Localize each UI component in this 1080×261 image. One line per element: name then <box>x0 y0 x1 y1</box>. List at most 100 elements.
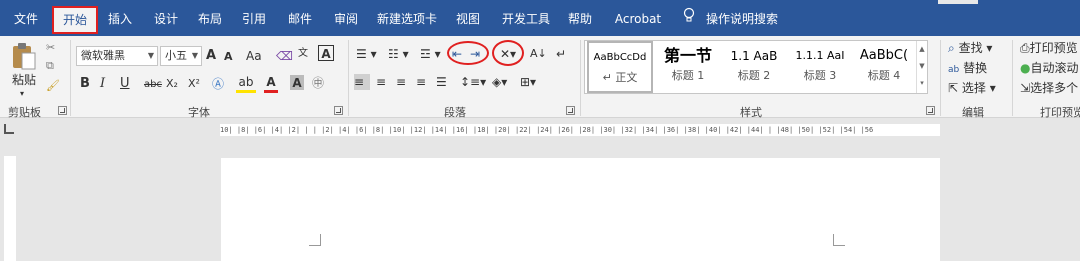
lightbulb-icon[interactable] <box>680 6 698 32</box>
replace-label: 替换 <box>963 61 988 75</box>
tab-new[interactable]: 新建选项卡 <box>374 6 440 32</box>
divider <box>940 40 941 116</box>
align-center-icon[interactable]: ≡ <box>376 74 386 90</box>
document-page[interactable] <box>221 158 940 261</box>
numbering-icon[interactable]: ☷ ▾ <box>388 46 409 62</box>
style-preview: 1.1.1 AaI <box>795 49 845 62</box>
clipboard-launcher-icon[interactable] <box>58 106 67 115</box>
justify-icon[interactable]: ≡ <box>416 74 426 90</box>
print-preview-button[interactable]: ⎙打印预览 <box>1020 40 1078 56</box>
find-label: 查找 <box>958 41 983 55</box>
tab-references[interactable]: 引用 <box>236 6 272 32</box>
distributed-icon[interactable]: ☰ <box>436 74 447 90</box>
grow-font-icon[interactable]: A <box>206 48 216 64</box>
sort-icon[interactable]: A↓ <box>530 46 547 62</box>
margin-mark-right <box>833 234 845 246</box>
strikethrough-button[interactable]: abc <box>144 77 162 93</box>
char-shading-icon[interactable]: A <box>290 75 304 90</box>
style-preview: 1.1 AaB <box>730 49 778 63</box>
underline-button[interactable]: U <box>120 76 130 92</box>
search-icon: ⌕ <box>948 41 955 55</box>
paste-icon[interactable] <box>10 40 38 72</box>
format-painter-icon[interactable]: 🖌 <box>46 78 60 94</box>
style-name: 标题 3 <box>803 69 837 82</box>
shading-icon[interactable]: ◈▾ <box>492 74 507 90</box>
tab-review[interactable]: 审阅 <box>328 6 364 32</box>
tab-acrobat[interactable]: Acrobat <box>608 6 668 32</box>
text-effects-icon[interactable]: Ⓐ <box>212 76 224 92</box>
align-right-icon[interactable]: ≡ <box>396 74 406 90</box>
tab-layout[interactable]: 布局 <box>192 6 228 32</box>
font-launcher-icon[interactable] <box>334 106 343 115</box>
replace-button[interactable]: ab 替换 <box>948 60 987 78</box>
ribbon-tab-bar: 文件 开始 插入 设计 布局 引用 邮件 审阅 新建选项卡 视图 开发工具 帮助… <box>0 0 1080 36</box>
horizontal-ruler[interactable]: 10| |8| |6| |4| |2| | | |2| |4| |6| |8| … <box>220 124 940 136</box>
tab-developer[interactable]: 开发工具 <box>498 6 554 32</box>
bold-button[interactable]: B <box>80 76 90 92</box>
find-button[interactable]: ⌕ 查找 ▾ <box>948 40 992 56</box>
divider <box>580 40 581 116</box>
select-multiple-button[interactable]: ⇲选择多个 <box>1020 80 1078 96</box>
style-heading-2[interactable]: 1.1 AaB 标题 2 <box>721 41 787 93</box>
phonetic-guide-icon[interactable]: 文 <box>298 46 308 62</box>
tab-insert[interactable]: 插入 <box>102 6 138 32</box>
borders-icon[interactable]: ⊞▾ <box>520 74 536 90</box>
style-name: 标题 4 <box>867 69 901 82</box>
styles-launcher-icon[interactable] <box>926 106 935 115</box>
gallery-scroll[interactable]: ▲ ▼ ▾ <box>916 41 927 93</box>
paste-dropdown-icon[interactable]: ▾ <box>20 86 24 102</box>
style-preview: AaBbC( <box>859 48 909 63</box>
enclose-char-icon[interactable]: ㊥ <box>312 75 324 91</box>
copy-icon[interactable]: ⧉ <box>46 58 54 74</box>
multilevel-list-icon[interactable]: ☲ ▾ <box>420 46 441 62</box>
tab-view[interactable]: 视图 <box>450 6 486 32</box>
shrink-font-icon[interactable]: A <box>224 49 233 65</box>
tab-help[interactable]: 帮助 <box>562 6 598 32</box>
tab-file[interactable]: 文件 <box>6 6 46 32</box>
cursor-icon: ⇱ <box>948 81 959 95</box>
style-name: ↵ 正文 <box>602 71 638 84</box>
superscript-button[interactable]: X² <box>188 76 200 92</box>
clear-format-icon[interactable]: ⌫ <box>276 48 293 64</box>
highlight-circle-indent <box>447 41 489 65</box>
bullets-icon[interactable]: ☰ ▾ <box>356 46 377 62</box>
subscript-button[interactable]: X₂ <box>166 76 178 92</box>
select-label: 选择 <box>961 81 986 95</box>
print-preview-label: 打印预览 <box>1029 41 1078 55</box>
font-size-value: 小五 <box>165 49 187 62</box>
replace-icon: ab <box>948 65 960 75</box>
highlight-icon[interactable]: ab <box>236 74 256 93</box>
window-title-area <box>938 0 978 4</box>
font-color-icon[interactable]: A <box>264 74 278 93</box>
auto-scroll-button[interactable]: ●自动滚动 <box>1020 60 1079 76</box>
style-heading-1[interactable]: 第一节 标题 1 <box>655 41 721 93</box>
paragraph-launcher-icon[interactable] <box>566 106 575 115</box>
tab-design[interactable]: 设计 <box>148 6 184 32</box>
tab-home[interactable]: 开始 <box>52 6 98 34</box>
style-preview: 第一节 <box>663 46 712 65</box>
show-marks-icon[interactable]: ↵ <box>556 46 566 62</box>
cut-icon[interactable]: ✂ <box>46 40 55 56</box>
line-spacing-icon[interactable]: ↕≡▾ <box>460 74 486 90</box>
select-multiple-label: 选择多个 <box>1030 81 1079 95</box>
vertical-ruler[interactable] <box>4 156 16 261</box>
select-multiple-icon: ⇲ <box>1020 81 1031 95</box>
margin-mark-left <box>309 234 321 246</box>
style-heading-3[interactable]: 1.1.1 AaI 标题 3 <box>787 41 853 93</box>
tab-selector-icon[interactable] <box>4 124 14 134</box>
tab-mailings[interactable]: 邮件 <box>282 6 318 32</box>
font-size-select[interactable]: 小五 ▼ <box>160 46 202 66</box>
tell-me-search[interactable]: 操作说明搜索 <box>702 6 782 32</box>
char-border-icon[interactable]: A <box>318 45 334 61</box>
style-name: 标题 2 <box>737 69 771 82</box>
style-heading-4[interactable]: AaBbC( 标题 4 <box>851 41 917 93</box>
divider <box>348 40 349 116</box>
italic-button[interactable]: I <box>100 76 105 92</box>
style-normal[interactable]: AaBbCcDd ↵ 正文 <box>587 41 653 93</box>
print-preview-icon: ⎙ <box>1020 41 1030 55</box>
align-left-icon[interactable]: ≡ <box>354 74 370 90</box>
change-case-button[interactable]: Aa <box>246 48 262 64</box>
select-button[interactable]: ⇱ 选择 ▾ <box>948 80 996 96</box>
font-name-select[interactable]: 微软雅黑 ▼ <box>76 46 158 66</box>
auto-scroll-icon: ● <box>1020 61 1031 75</box>
